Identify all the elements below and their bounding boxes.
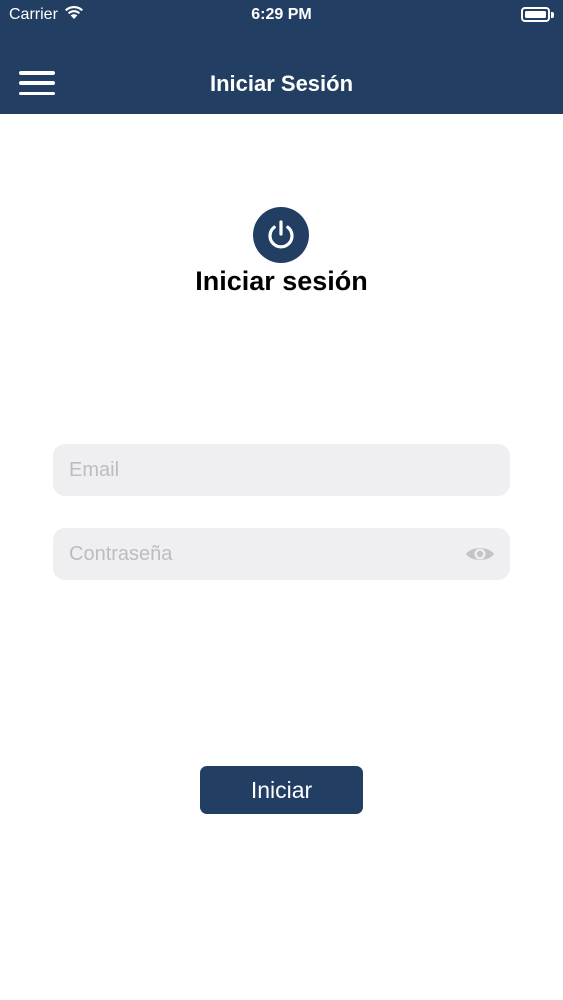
- top-bar: Carrier 6:29 PM Iniciar Sesión: [0, 0, 563, 114]
- email-field-container: [53, 444, 510, 496]
- eye-icon[interactable]: [464, 543, 496, 565]
- password-field-container: [53, 528, 510, 580]
- password-input[interactable]: [53, 528, 510, 580]
- status-time: 6:29 PM: [251, 6, 312, 23]
- email-input[interactable]: [53, 444, 510, 496]
- nav-title: Iniciar Sesión: [209, 71, 354, 96]
- battery-icon: [521, 7, 554, 22]
- login-screen: Carrier 6:29 PM Iniciar Sesión Iniciar s…: [0, 0, 563, 1000]
- power-icon: [253, 207, 309, 263]
- login-heading: Iniciar sesión: [195, 266, 368, 296]
- login-button[interactable]: Iniciar: [200, 766, 363, 814]
